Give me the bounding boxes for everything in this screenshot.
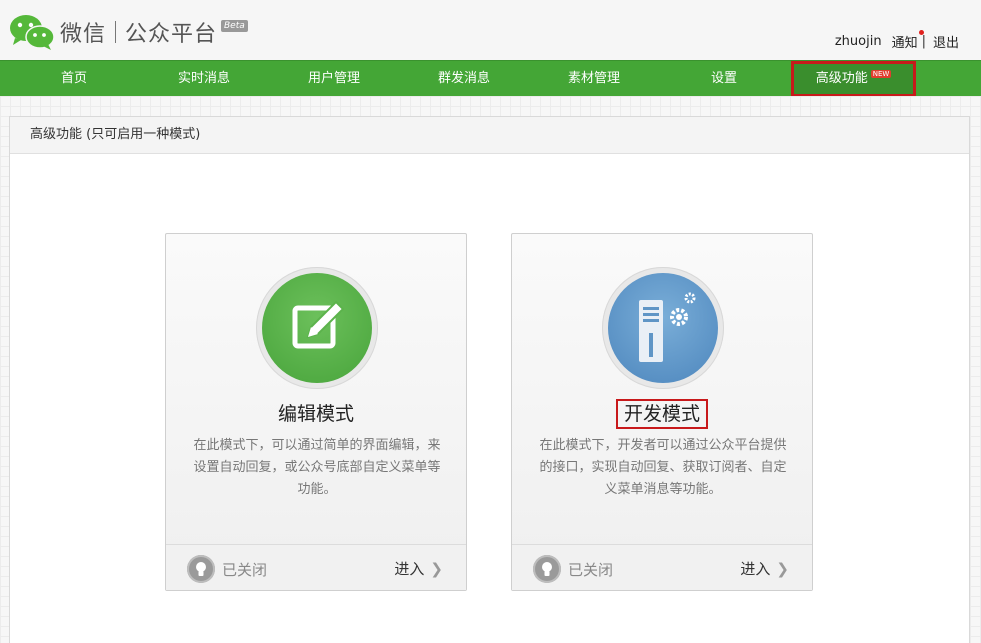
developer-mode-status: 已关闭: [533, 555, 613, 583]
developer-mode-title: 开发模式: [512, 399, 812, 429]
notify-link[interactable]: 通知: [891, 30, 924, 51]
developer-mode-card: 开发模式 在此模式下，开发者可以通过公众平台提供的接口，实现自动回复、获取订阅者…: [511, 233, 813, 591]
brand-name: 微信: [60, 22, 107, 47]
edit-mode-status: 已关闭: [187, 555, 267, 583]
edit-mode-icon-ring: [256, 267, 378, 389]
nav-item-advanced-label: 高级功能: [815, 71, 868, 86]
wechat-logo-icon: [10, 15, 55, 50]
lightbulb-icon: [533, 555, 561, 583]
edit-mode-description: 在此模式下，可以通过简单的界面编辑，来设置自动回复，或公众号底部自定义菜单等功能…: [193, 438, 441, 497]
developer-mode-description: 在此模式下，开发者可以通过公众平台提供的接口，实现自动回复、获取订阅者、自定义菜…: [539, 438, 787, 497]
nav-item-mass-messages[interactable]: 群发消息: [399, 61, 529, 97]
new-badge: NEW: [870, 70, 892, 78]
developer-mode-enter-link[interactable]: 进入 ❯: [740, 558, 789, 579]
notify-label: 通知: [891, 36, 918, 51]
title-divider: [115, 21, 117, 43]
developer-mode-footer: 已关闭 进入 ❯: [512, 544, 812, 590]
developer-mode-enter-label: 进入: [740, 560, 771, 578]
edit-mode-icon-circle: [262, 273, 372, 383]
chevron-right-icon: ❯: [776, 559, 789, 578]
user-separator: |: [921, 34, 926, 49]
edit-mode-card: 编辑模式 在此模式下，可以通过简单的界面编辑，来设置自动回复，或公众号底部自定义…: [165, 233, 467, 591]
chevron-right-icon: ❯: [430, 559, 443, 578]
username-link[interactable]: zhuojin: [835, 34, 882, 49]
developer-mode-icon-circle: [608, 273, 718, 383]
edit-mode-enter-label: 进入: [394, 560, 425, 578]
nav-item-home[interactable]: 首页: [9, 61, 139, 97]
user-area: zhuojin 通知 | 退出: [835, 30, 959, 51]
edit-mode-enter-link[interactable]: 进入 ❯: [394, 558, 443, 579]
beta-badge: Beta: [221, 20, 248, 32]
notify-dot-icon: [918, 30, 924, 35]
advanced-panel: 高级功能 (只可启用一种模式): [9, 116, 970, 643]
edit-icon: [292, 300, 345, 349]
edit-mode-status-label: 已关闭: [222, 560, 268, 579]
panel-title: 高级功能 (只可启用一种模式): [10, 117, 969, 154]
edit-mode-title: 编辑模式: [277, 403, 354, 425]
main-nav: 首页 实时消息 用户管理 群发消息 素材管理 设置 高级功能 NEW: [0, 60, 981, 97]
header: 微信 公众平台 Beta zhuojin 通知 | 退出: [0, 0, 981, 60]
nav-item-realtime-messages[interactable]: 实时消息: [139, 61, 269, 97]
nav-item-settings[interactable]: 设置: [659, 61, 789, 97]
edit-mode-footer: 已关闭 进入 ❯: [166, 544, 466, 590]
nav-item-material-management[interactable]: 素材管理: [529, 61, 659, 97]
developer-mode-icon-ring: [602, 267, 724, 389]
nav-item-user-management[interactable]: 用户管理: [269, 61, 399, 97]
product-name: 公众平台: [125, 22, 218, 47]
server-gear-icon: [639, 292, 696, 362]
developer-mode-status-label: 已关闭: [568, 560, 614, 579]
site-title: 微信 公众平台: [60, 16, 217, 48]
lightbulb-icon: [187, 555, 215, 583]
logout-link[interactable]: 退出: [933, 32, 959, 51]
nav-item-advanced-features[interactable]: 高级功能 NEW: [791, 61, 916, 97]
